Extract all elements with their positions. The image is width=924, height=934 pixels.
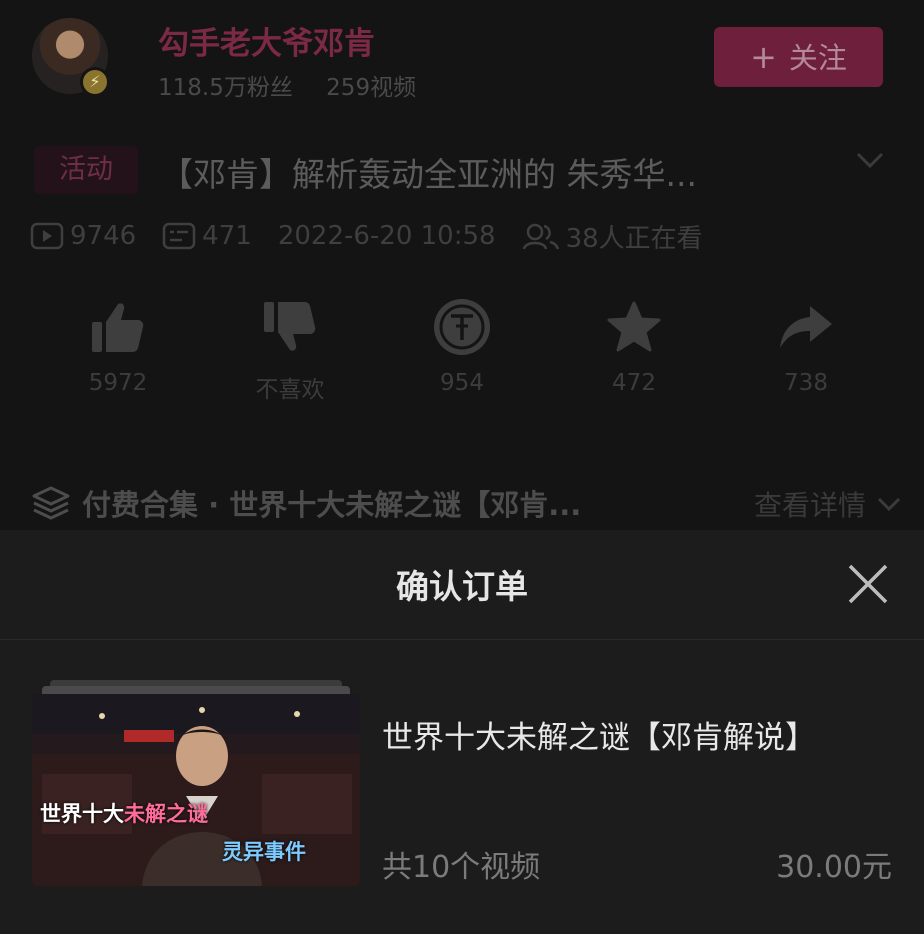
author-name[interactable]: 勾手老大爷邓肯 [158, 18, 375, 63]
play-icon [30, 222, 64, 250]
star-icon [607, 301, 661, 352]
cover-caption-main: 世界十大未解之谜 [40, 798, 208, 828]
cover-image: 世界十大未解之谜 灵异事件 [32, 694, 360, 886]
play-count-value: 9746 [70, 221, 137, 251]
collection-title: 付费合集 · 世界十大未解之谜【邓肯... [82, 488, 582, 522]
view-details-link[interactable]: 查看详情 [754, 484, 902, 524]
dislike-button[interactable]: 不喜欢 [230, 296, 350, 404]
plus-icon: + [750, 38, 777, 76]
activity-tag[interactable]: 活动 [34, 146, 138, 194]
collection-cover: 世界十大未解之谜 灵异事件 [32, 680, 360, 886]
action-bar: 5972 不喜欢 954 472 738 [0, 296, 924, 406]
share-button[interactable]: 738 [746, 296, 866, 396]
like-count: 5972 [88, 370, 148, 396]
coin-button[interactable]: 954 [402, 296, 522, 396]
danmaku-count: 471 [162, 221, 252, 251]
follower-count: 118.5万粉丝 [158, 75, 293, 101]
favorite-button[interactable]: 472 [574, 296, 694, 396]
product-video-count: 共10个视频 [382, 850, 541, 885]
product-title: 世界十大未解之谜【邓肯解说】 [382, 720, 816, 756]
video-meta: 9746 471 2022-6-20 10:58 38人正在看 [30, 216, 729, 256]
video-info-panel: ⚡ 勾手老大爷邓肯 118.5万粉丝 259视频 + 关注 活动 【邓肯】解析轰动… [0, 0, 924, 530]
chevron-down-icon[interactable] [854, 148, 886, 172]
watching-count: 38人正在看 [522, 218, 703, 255]
cover-caption-pink: 未解之谜 [124, 802, 208, 826]
video-count: 259视频 [326, 75, 417, 101]
confirm-order-sheet: 确认订单 世界十大未解之谜 灵异事件 世界十大未解之谜【邓肯解说】 共10个视频… [0, 530, 924, 934]
danmaku-icon [162, 222, 196, 250]
dislike-label: 不喜欢 [255, 377, 325, 403]
follow-button[interactable]: + 关注 [714, 27, 883, 87]
publish-datetime: 2022-6-20 10:58 [277, 221, 496, 251]
view-details-label: 查看详情 [753, 489, 866, 522]
video-title: 【邓肯】解析轰动全亚洲的 朱秀华... [160, 155, 697, 194]
layers-icon [32, 486, 70, 520]
like-button[interactable]: 5972 [58, 296, 178, 396]
lightning-icon: ⚡ [80, 67, 110, 97]
cover-caption-white: 世界十大 [40, 802, 124, 826]
author-stats: 118.5万粉丝 259视频 [158, 68, 416, 102]
follow-label: 关注 [788, 41, 847, 75]
close-icon[interactable] [842, 558, 894, 610]
watching-count-value: 38人正在看 [565, 223, 703, 254]
share-icon [780, 306, 832, 348]
play-count: 9746 [30, 221, 136, 251]
video-page: ⚡ 勾手老大爷邓肯 118.5万粉丝 259视频 + 关注 活动 【邓肯】解析轰动… [0, 0, 924, 934]
users-icon [522, 223, 559, 250]
paid-collection-row[interactable]: 付费合集 · 世界十大未解之谜【邓肯... 查看详情 [32, 480, 902, 526]
thumbs-down-icon [264, 302, 316, 351]
sheet-header: 确认订单 [0, 530, 924, 640]
sheet-title: 确认订单 [396, 567, 528, 606]
coin-icon [434, 299, 490, 355]
share-count: 738 [784, 370, 828, 396]
favorite-count: 472 [612, 370, 656, 396]
product-price: 30.00元 [776, 850, 892, 885]
cover-scene [32, 694, 360, 886]
cover-caption-sub: 灵异事件 [222, 840, 306, 864]
chevron-down-icon [877, 497, 901, 512]
danmaku-count-value: 471 [202, 221, 252, 251]
thumbs-up-icon [92, 303, 144, 352]
coin-count: 954 [440, 370, 484, 396]
